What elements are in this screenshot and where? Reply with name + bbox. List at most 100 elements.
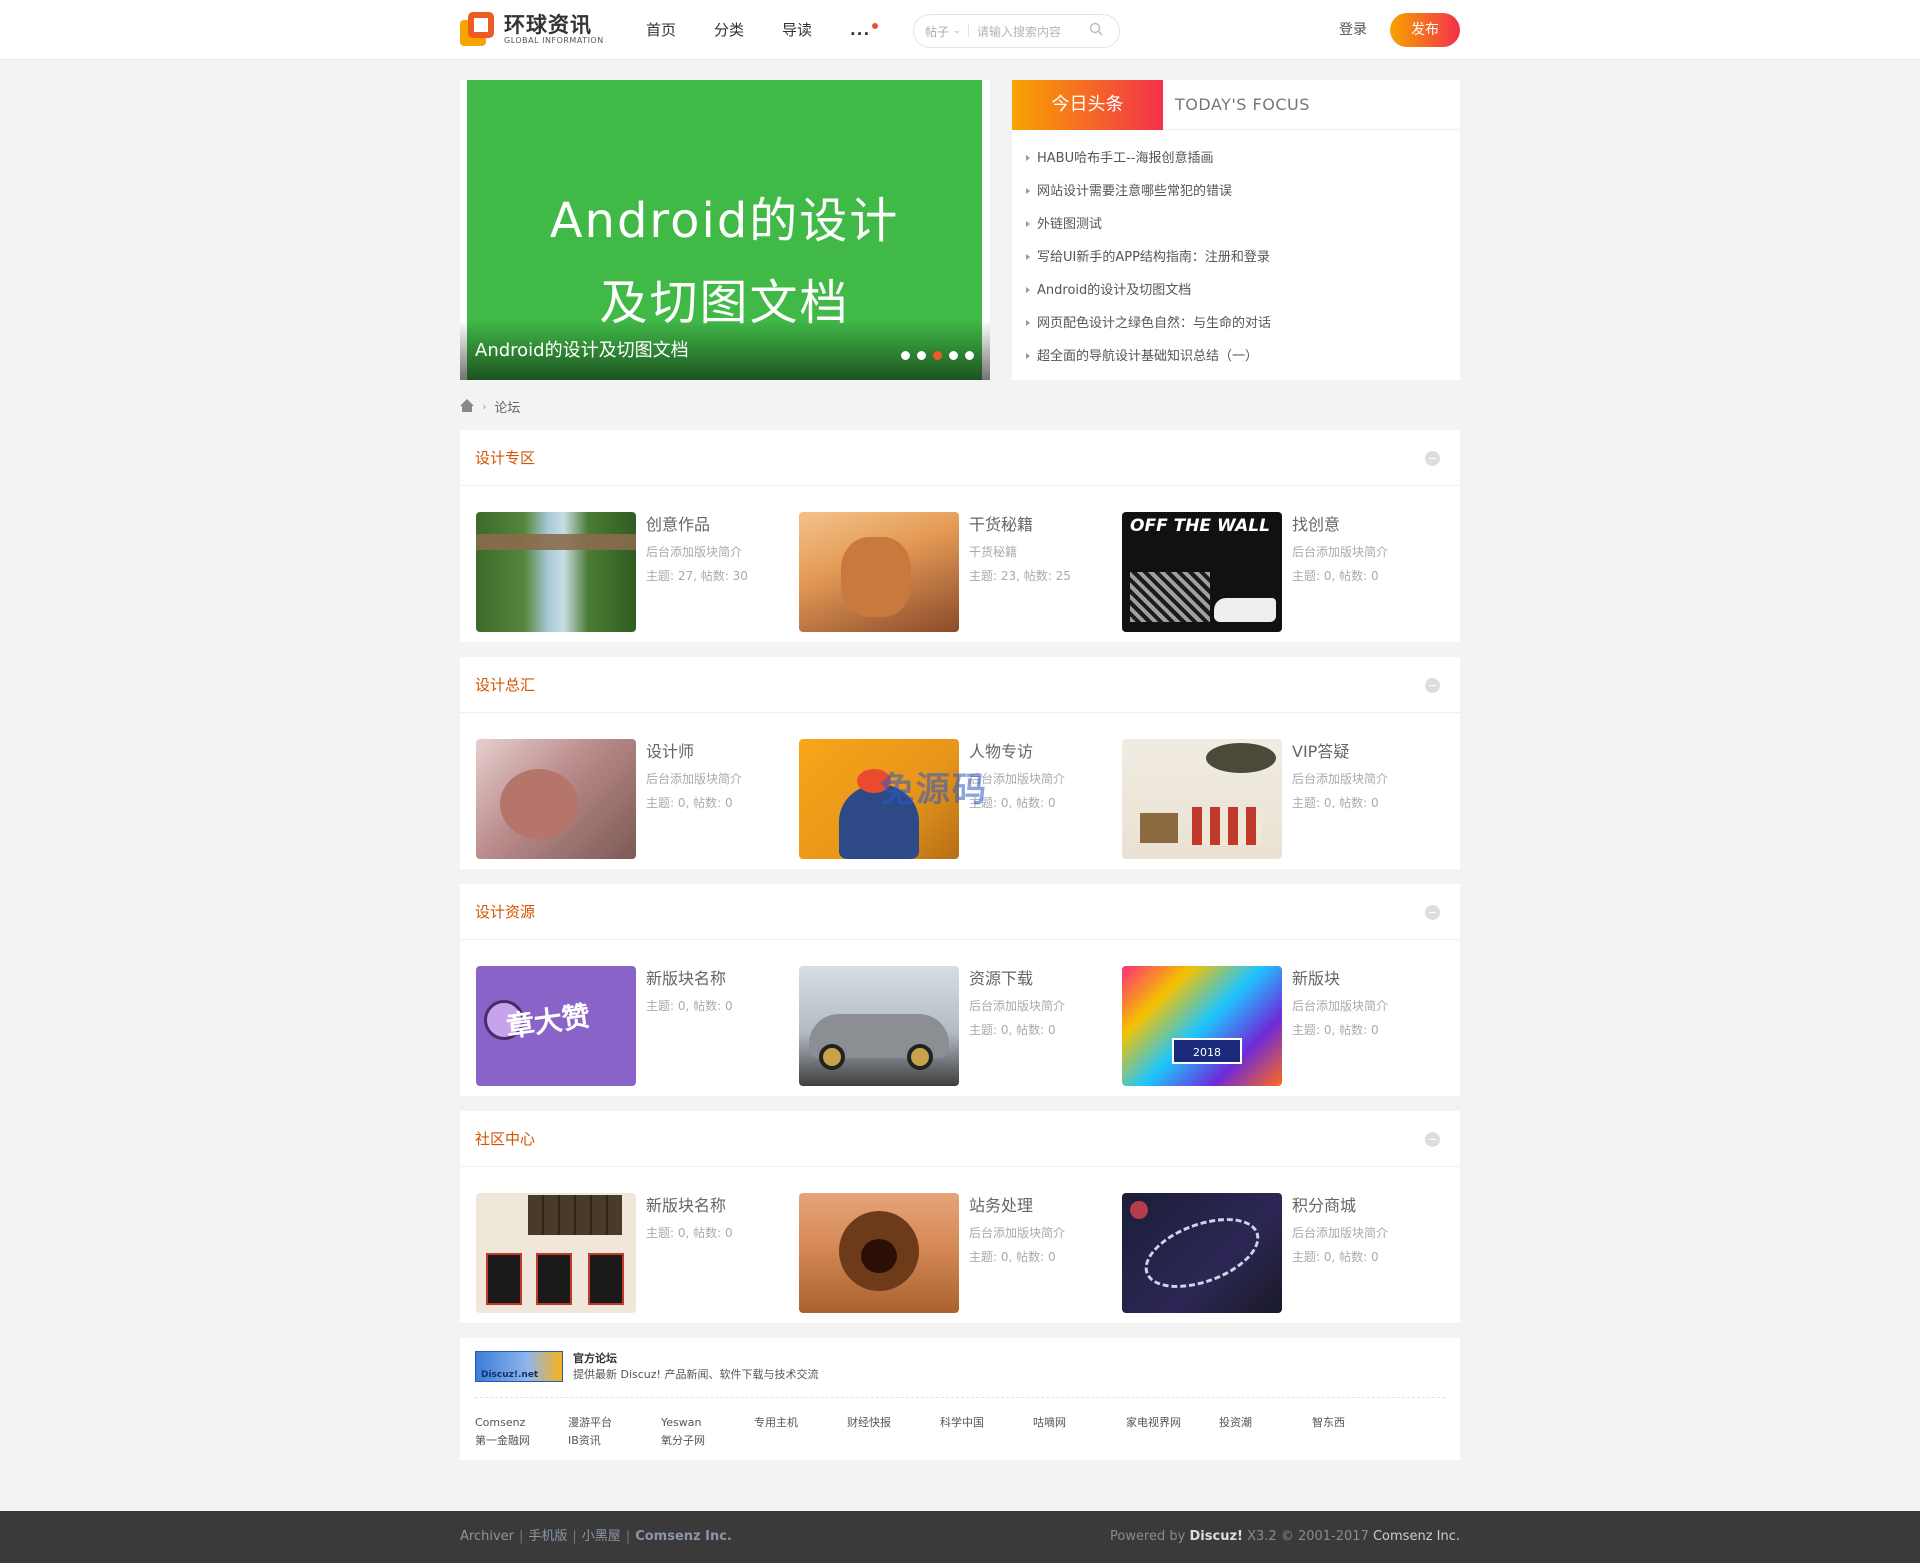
discuz-logo[interactable]: Discuz!.net bbox=[475, 1351, 563, 1382]
forum-thumbnail[interactable] bbox=[476, 1193, 636, 1313]
friend-link[interactable]: 科学中国 bbox=[940, 1414, 1033, 1432]
collapse-icon[interactable] bbox=[1425, 1132, 1440, 1147]
forum-stats: 主题: 0, 帖数: 0 bbox=[1292, 1250, 1379, 1264]
footer-blackroom[interactable]: 小黑屋 bbox=[582, 1529, 621, 1544]
thumbnail-text: OFF THE WALL bbox=[1130, 516, 1270, 536]
more-label: ... bbox=[850, 21, 871, 39]
focus-item[interactable]: 网站设计需要注意哪些常犯的错误 bbox=[1024, 175, 1460, 208]
slide-caption[interactable]: Android的设计及切图文档 bbox=[475, 336, 689, 362]
friend-link[interactable]: IB资讯 bbox=[568, 1432, 661, 1450]
forum-name[interactable]: 设计师 bbox=[646, 742, 742, 762]
forum-name[interactable]: 创意作品 bbox=[646, 515, 748, 535]
focus-item[interactable]: HABU哈布手工--海报创意插画 bbox=[1024, 142, 1460, 175]
nav-home[interactable]: 首页 bbox=[646, 0, 676, 60]
forum-thumbnail[interactable] bbox=[799, 1193, 959, 1313]
forum-name[interactable]: 人物专访 bbox=[969, 742, 1065, 762]
forum-desc: 后台添加版块简介 bbox=[1292, 772, 1389, 786]
section-title[interactable]: 设计专区 bbox=[475, 430, 535, 486]
powered-brand[interactable]: Discuz! bbox=[1190, 1529, 1243, 1544]
slide-dot-active[interactable] bbox=[933, 351, 942, 360]
forum-name[interactable]: 资源下载 bbox=[969, 969, 1065, 989]
forum-thumbnail[interactable]: OFF THE WALL bbox=[1122, 512, 1282, 632]
forum-desc: 干货秘籍 bbox=[969, 545, 1018, 559]
site-logo[interactable]: 环球资讯 GLOBAL INFORMATION bbox=[460, 12, 604, 46]
friend-link[interactable]: 财经快报 bbox=[847, 1414, 940, 1432]
slide-dot[interactable] bbox=[949, 351, 958, 360]
nav-category[interactable]: 分类 bbox=[714, 0, 744, 60]
page-footer: Archiver | 手机版 | 小黑屋 | Comsenz Inc. Powered by… bbox=[0, 1511, 1920, 1563]
forum-name[interactable]: 干货秘籍 bbox=[969, 515, 1071, 535]
focus-item[interactable]: 超全面的导航设计基础知识总结（一） bbox=[1024, 340, 1460, 373]
focus-item[interactable]: 外链图测试 bbox=[1024, 208, 1460, 241]
footer-archiver[interactable]: Archiver bbox=[460, 1529, 514, 1544]
slide-line-1: Android的设计 bbox=[549, 193, 900, 249]
collapse-icon[interactable] bbox=[1425, 905, 1440, 920]
search-icon[interactable] bbox=[1089, 22, 1119, 40]
forum-name[interactable]: 新版块 bbox=[1292, 969, 1388, 989]
forum-name[interactable]: 积分商城 bbox=[1292, 1196, 1388, 1216]
focus-item[interactable]: Android的设计及切图文档 bbox=[1024, 274, 1460, 307]
slide-dot[interactable] bbox=[965, 351, 974, 360]
nav-more[interactable]: ... bbox=[850, 0, 879, 60]
footer-mobile[interactable]: 手机版 bbox=[528, 1529, 567, 1544]
forum-item: 创意作品 后台添加版块简介 主题: 27, 帖数: 30 bbox=[476, 512, 799, 632]
logo-title: 环球资讯 bbox=[504, 12, 592, 37]
forum-name[interactable]: 站务处理 bbox=[969, 1196, 1065, 1216]
forum-name[interactable]: 找创意 bbox=[1292, 515, 1388, 535]
forum-stats: 主题: 0, 帖数: 0 bbox=[646, 1226, 733, 1240]
nav-guide[interactable]: 导读 bbox=[782, 0, 812, 60]
friend-link[interactable]: 专用主机 bbox=[754, 1414, 847, 1432]
section-title[interactable]: 社区中心 bbox=[475, 1111, 535, 1167]
powered-prefix: Powered by bbox=[1110, 1529, 1186, 1544]
forum-name[interactable]: VIP答疑 bbox=[1292, 742, 1388, 762]
forum-name[interactable]: 新版块名称 bbox=[646, 969, 733, 989]
official-forum-link[interactable]: Discuz!.net 官方论坛 提供最新 Discuz! 产品新闻、软件下载与… bbox=[475, 1351, 818, 1383]
main-nav: 首页 分类 导读 ... bbox=[646, 0, 908, 60]
collapse-icon[interactable] bbox=[1425, 678, 1440, 693]
forum-section-community-center: 社区中心 新版块名称 主题: 0, 帖数: 0 站务处理 后台添加版块简介 主题… bbox=[460, 1111, 1460, 1323]
forum-thumbnail[interactable] bbox=[799, 512, 959, 632]
friend-links-box: Discuz!.net 官方论坛 提供最新 Discuz! 产品新闻、软件下载与… bbox=[460, 1338, 1460, 1460]
collapse-icon[interactable] bbox=[1425, 451, 1440, 466]
logo-subtitle: GLOBAL INFORMATION bbox=[504, 35, 604, 45]
slide-dot[interactable] bbox=[901, 351, 910, 360]
forum-thumbnail[interactable] bbox=[1122, 739, 1282, 859]
forum-name[interactable]: 新版块名称 bbox=[646, 1196, 733, 1216]
forum-thumbnail[interactable] bbox=[476, 512, 636, 632]
section-title[interactable]: 设计资源 bbox=[475, 884, 535, 940]
banner-slider[interactable]: Android的设计 及切图文档 Android的设计及切图文档 bbox=[460, 80, 990, 380]
breadcrumb: › 论坛 bbox=[460, 396, 520, 416]
friend-link[interactable]: 投资潮 bbox=[1219, 1414, 1312, 1432]
friend-link[interactable]: 第一金融网 bbox=[475, 1432, 568, 1450]
forum-thumbnail[interactable] bbox=[799, 966, 959, 1086]
official-title[interactable]: 官方论坛 bbox=[573, 1351, 818, 1367]
friend-link[interactable]: 智东西 bbox=[1312, 1414, 1405, 1432]
footer-comsenz[interactable]: Comsenz Inc. bbox=[635, 1529, 732, 1544]
breadcrumb-current[interactable]: 论坛 bbox=[494, 397, 520, 416]
focus-tab[interactable]: 今日头条 bbox=[1012, 79, 1163, 130]
friend-link[interactable]: Yeswan bbox=[661, 1414, 754, 1432]
forum-thumbnail[interactable] bbox=[476, 739, 636, 859]
version: X3.2 bbox=[1247, 1529, 1277, 1544]
focus-tab-en: TODAY'S FOCUS bbox=[1175, 95, 1310, 114]
company-link[interactable]: Comsenz Inc. bbox=[1373, 1529, 1460, 1544]
section-title[interactable]: 设计总汇 bbox=[475, 657, 535, 713]
forum-thumbnail[interactable] bbox=[1122, 1193, 1282, 1313]
search-input[interactable]: 请输入搜索内容 bbox=[977, 23, 1089, 40]
publish-button[interactable]: 发布 bbox=[1390, 13, 1460, 47]
friend-link[interactable]: 氧分子网 bbox=[661, 1432, 754, 1450]
friend-link[interactable]: Comsenz bbox=[475, 1414, 568, 1432]
slide-dot[interactable] bbox=[917, 351, 926, 360]
forum-thumbnail[interactable]: 2018 bbox=[1122, 966, 1282, 1086]
divider bbox=[475, 1397, 1445, 1398]
friend-link[interactable]: 家电视界网 bbox=[1126, 1414, 1219, 1432]
home-icon[interactable] bbox=[460, 399, 474, 413]
login-link[interactable]: 登录 bbox=[1339, 0, 1367, 60]
friend-link[interactable]: 咕嘀网 bbox=[1033, 1414, 1126, 1432]
forum-desc: 后台添加版块简介 bbox=[969, 999, 1066, 1013]
friend-link[interactable]: 漫游平台 bbox=[568, 1414, 661, 1432]
forum-thumbnail[interactable]: 章大赞 bbox=[476, 966, 636, 1086]
focus-item[interactable]: 网页配色设计之绿色自然：与生命的对话 bbox=[1024, 307, 1460, 340]
focus-item[interactable]: 写给UI新手的APP结构指南：注册和登录 bbox=[1024, 241, 1460, 274]
search-type-select[interactable]: 帖子 ⌄ bbox=[914, 23, 974, 40]
